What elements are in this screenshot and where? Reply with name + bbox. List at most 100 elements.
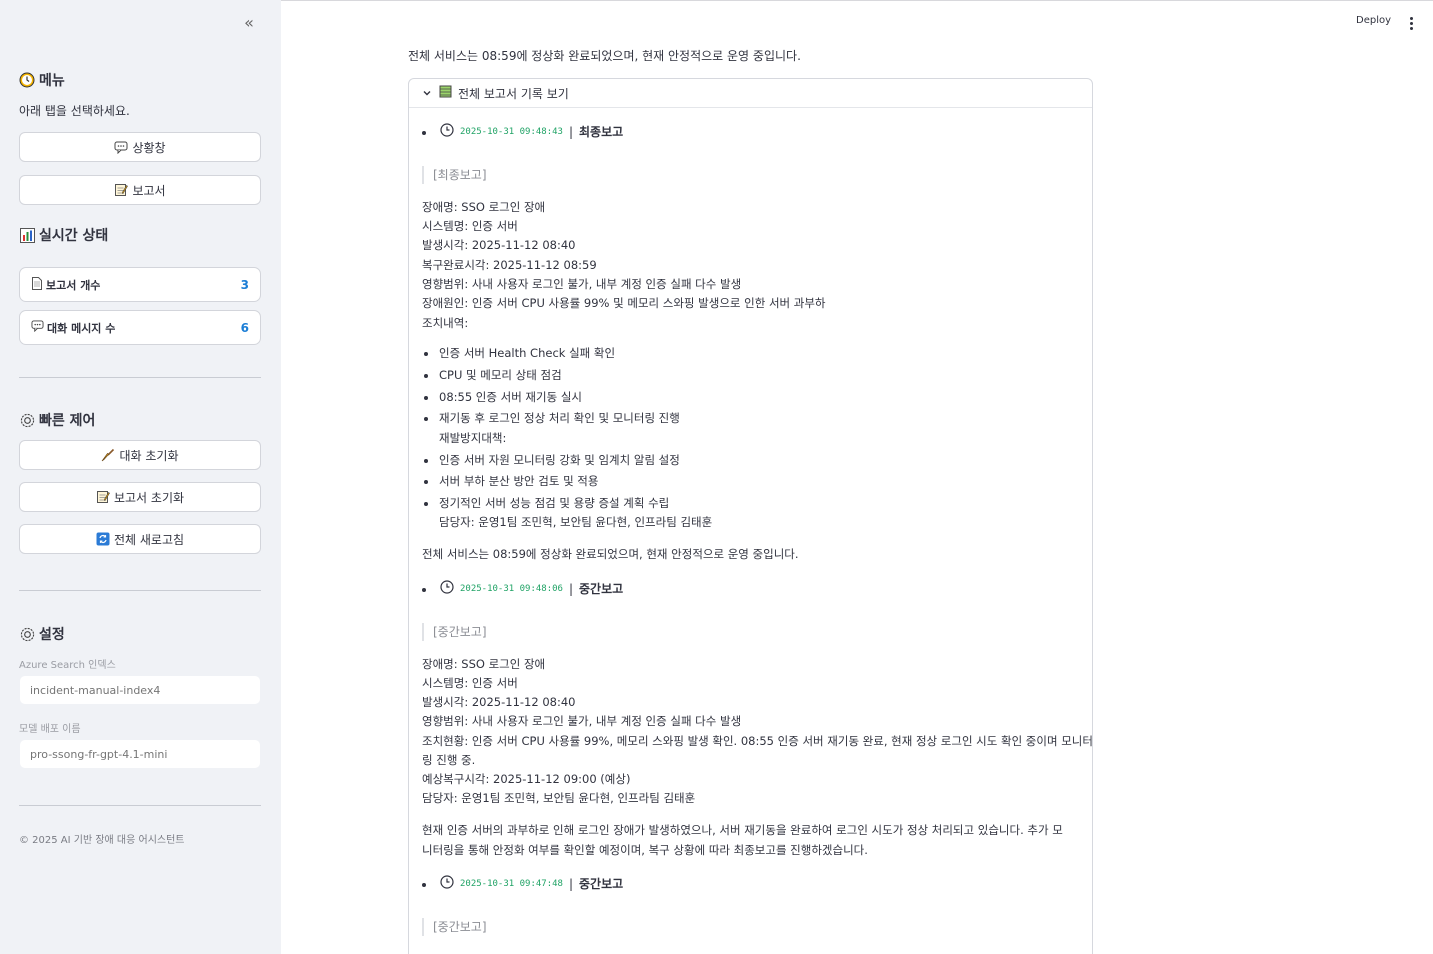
sidebar-divider [19,377,261,378]
report-line: 담당자: 운영1팀 조민혁, 보안팀 윤다현, 인프라팀 김태훈 [422,791,696,805]
report-line: 영향범위: 사내 사용자 로그인 불가, 내부 계정 인증 실패 다수 발생 [422,277,742,291]
list-bullet [422,131,426,135]
report-timestamp: 2025-10-31 09:48:43 [460,126,563,137]
deploy-button[interactable]: Deploy [1356,15,1391,26]
quick-control-title: 빠른 제어 [39,413,96,429]
gear-icon [19,412,35,428]
refresh-icon [96,532,110,546]
report-bullet-item: 담당자: 운영1팀 조민혁, 보안팀 윤다현, 인프라팀 김태훈 [439,515,713,529]
menu-heading: 메뉴 [19,70,65,90]
clock-icon [440,123,454,140]
report-tab-label: 보고서 [132,183,166,198]
page-icon [31,276,43,293]
report-bullet-item: 인증 서버 Health Check 실패 확인 [439,346,616,360]
report-entry-header: 2025-10-31 09:48:06 | 중간보고 [440,580,623,597]
metric-report-count: 보고서 개수 3 [19,267,261,302]
reset-report-button[interactable]: 보고서 초기화 [19,482,261,512]
footer-copyright: © 2025 AI 기반 장애 대응 어시스턴트 [19,835,185,846]
index-field-input[interactable] [19,675,261,705]
report-line: 발생시각: 2025-11-12 08:40 [422,238,576,252]
quick-control-heading: 빠른 제어 [19,410,95,430]
menu-caption: 아래 탭을 선택하세요. [19,104,130,118]
separator: | [568,581,573,596]
metric-report-label: 보고서 개수 [46,278,101,292]
metric-message-label: 대화 메시지 수 [47,321,116,335]
report-type: 중간보고 [579,582,624,596]
sidebar-divider [19,590,261,591]
refresh-all-button[interactable]: 전체 새로고침 [19,524,261,554]
menu-title: 메뉴 [39,73,65,89]
report-bullet-item: 08:55 인증 서버 재기동 실시 [439,390,582,404]
list-bullet [424,480,428,484]
chat-tab-label: 상황창 [132,140,166,155]
list-bullet [424,417,428,421]
gear-icon [19,626,35,642]
memo-icon [96,490,110,504]
model-field-label: 모델 배포 이름 [19,724,81,735]
separator: | [568,124,573,139]
bar-chart-icon [19,227,35,243]
list-bullet [424,374,428,378]
clock-icon [440,580,454,597]
report-bullet-item: 재기동 후 로그인 정상 처리 확인 및 모니터링 진행 [439,411,680,425]
report-entry-header: 2025-10-31 09:47:48 | 중간보고 [440,875,623,892]
report-line: 시스템명: 인증 서버 [422,219,518,233]
more-options-icon[interactable] [1404,14,1418,32]
reset-report-label: 보고서 초기화 [113,490,185,505]
report-timestamp: 2025-10-31 09:48:06 [460,583,563,594]
report-type: 중간보고 [579,877,624,891]
report-summary: 현재 인증 서버의 과부하로 인해 로그인 장애가 발생하였으나, 서버 재기동… [422,823,1063,837]
status-summary-text: 전체 서비스는 08:59에 정상화 완료되었으며, 현재 안정적으로 운영 중… [408,49,801,63]
report-quote: [중간보고] [422,918,487,936]
report-line: 조치내역: [422,316,469,330]
report-line: 예상복구시각: 2025-11-12 09:00 (예상) [422,772,631,786]
report-quote: [최종보고] [422,166,487,184]
speech-bubble-icon [31,320,44,335]
report-bullet-item: 서버 부하 분산 방안 검토 및 적용 [439,474,599,488]
status-heading: 실시간 상태 [19,225,108,245]
settings-heading: 설정 [19,624,65,644]
report-type: 최종보고 [579,125,624,139]
sidebar-divider [19,805,261,806]
speech-bubble-icon [114,140,128,154]
report-timestamp: 2025-10-31 09:47:48 [460,878,563,889]
report-line: 장애원인: 인증 서버 CPU 사용률 99% 및 메모리 스와핑 발생으로 인… [422,296,826,310]
metric-message-value: 6 [240,320,249,335]
report-line: 링 진행 중. [422,753,476,767]
list-bullet [424,502,428,506]
separator: | [568,876,573,891]
report-line: 복구완료시각: 2025-11-12 08:59 [422,258,597,272]
report-bullet-item: 정기적인 서버 성능 점검 및 용량 증설 계획 수립 [439,496,670,510]
metric-message-count: 대화 메시지 수 6 [19,310,261,345]
clock-icon [19,72,35,88]
list-bullet [422,588,426,592]
clock-icon [440,875,454,892]
chat-tab-button[interactable]: 상황창 [19,132,261,162]
report-line: 장애명: SSO 로그인 장애 [422,200,546,214]
report-summary: 니터링을 통해 안정화 여부를 확인할 예정이며, 복구 상황에 따라 최종보고… [422,843,868,857]
reset-chat-button[interactable]: 대화 초기화 [19,440,261,470]
chevron-down-icon [421,87,433,99]
ledger-icon [439,85,452,101]
collapse-sidebar-icon[interactable]: « [240,14,258,32]
expander-header[interactable]: 전체 보고서 기록 보기 [409,79,1092,108]
report-history-expander: 전체 보고서 기록 보기 2025-10-31 09:48:43 | 최종보고 … [408,78,1093,954]
report-summary: 전체 서비스는 08:59에 정상화 완료되었으며, 현재 안정적으로 운영 중… [422,547,799,561]
report-line: 시스템명: 인증 서버 [422,676,518,690]
status-title: 실시간 상태 [39,228,109,244]
list-bullet [424,396,428,400]
report-line: 장애명: SSO 로그인 장애 [422,657,546,671]
report-tab-button[interactable]: 보고서 [19,175,261,205]
report-entry-header: 2025-10-31 09:48:43 | 최종보고 [440,123,623,140]
list-bullet [424,352,428,356]
list-bullet [422,883,426,887]
index-field-label: Azure Search 인덱스 [19,660,116,671]
settings-title: 설정 [39,627,65,643]
list-bullet [424,459,428,463]
report-bullet-item: CPU 및 메모리 상태 점검 [439,368,562,382]
broom-icon [101,448,115,462]
report-bullet-item: 인증 서버 자원 모니터링 강화 및 임계치 알림 설정 [439,453,680,467]
model-field-input[interactable] [19,739,261,769]
report-quote: [중간보고] [422,623,487,641]
report-line: 영향범위: 사내 사용자 로그인 불가, 내부 계정 인증 실패 다수 발생 [422,714,742,728]
